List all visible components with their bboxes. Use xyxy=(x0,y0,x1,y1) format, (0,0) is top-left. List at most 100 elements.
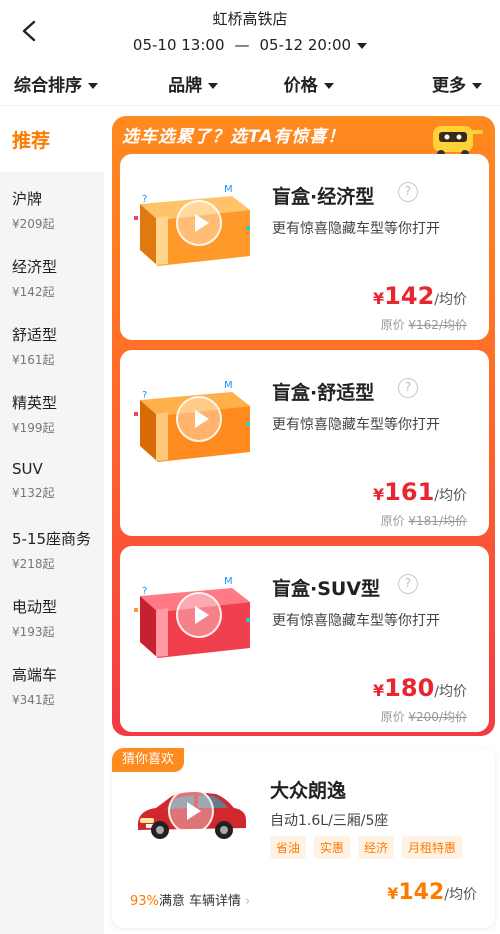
car-tags: 省油 实惠 经济 月租特惠 xyxy=(270,836,463,859)
sidebar-item-price: ¥341起 xyxy=(12,693,55,707)
category-sidebar: 推荐 沪牌 ¥209起 经济型 ¥142起 舒适型 ¥161起 精英型 ¥199… xyxy=(0,106,104,934)
card-price: ¥180/均价 xyxy=(373,674,467,702)
return-time: 05-12 20:00 xyxy=(259,36,352,54)
original-price: 原价 ¥162/均价 xyxy=(381,316,467,333)
filter-bar: 综合排序 品牌 价格 更多 xyxy=(0,62,500,106)
svg-text:M: M xyxy=(224,576,233,587)
sidebar-item-recommend[interactable]: 推荐 xyxy=(0,106,104,172)
blind-box-panel: 选车选累了？选TA有惊喜！ ? M 盲盒·经济型 ? 更有惊喜隐藏车型等你打开 … xyxy=(112,116,495,736)
chevron-down-icon xyxy=(323,83,334,89)
sidebar-item-electric[interactable]: 电动型 ¥193起 xyxy=(12,596,102,640)
original-price: 原价 ¥200/均价 xyxy=(381,708,467,725)
blind-box-banner: 选车选累了？选TA有惊喜！ xyxy=(122,127,346,147)
help-icon[interactable]: ? xyxy=(398,182,418,202)
price-unit: /均价 xyxy=(434,684,467,700)
sidebar-item-label: 舒适型 xyxy=(12,326,58,344)
card-title: 盲盒·舒适型 xyxy=(272,382,375,404)
original-price-value: ¥181/均价 xyxy=(408,514,467,528)
chevron-down-icon xyxy=(208,83,219,89)
sidebar-item-elite[interactable]: 精英型 ¥199起 xyxy=(12,392,102,436)
blind-box-card-economy[interactable]: ? M 盲盒·经济型 ? 更有惊喜隐藏车型等你打开 ¥142/均价 原价 ¥16… xyxy=(120,154,489,340)
guess-you-like-tag: 猜你喜欢 xyxy=(112,748,185,772)
card-title: 盲盒·经济型 xyxy=(272,186,375,208)
play-video-icon[interactable] xyxy=(168,788,214,834)
sidebar-item-label: 精英型 xyxy=(12,394,58,412)
blind-box-card-suv[interactable]: ? M 盲盒·SUV型 ? 更有惊喜隐藏车型等你打开 ¥180/均价 原价 ¥2… xyxy=(120,546,489,732)
price-value: 142 xyxy=(398,880,445,905)
sidebar-item-economy[interactable]: 经济型 ¥142起 xyxy=(12,256,102,300)
car-rental-page: 虹桥高铁店 05-10 13:00 — 05-12 20:00 综合排序 品牌 价格… xyxy=(0,0,500,934)
filter-sort-label: 综合排序 xyxy=(14,76,82,96)
sidebar-item-price: ¥193起 xyxy=(12,625,55,639)
svg-text:?: ? xyxy=(142,194,147,205)
filter-price-label: 价格 xyxy=(283,76,318,96)
card-price: ¥142/均价 xyxy=(373,282,467,310)
filter-more[interactable]: 更多 xyxy=(366,71,500,96)
satisfaction-percent: 93% xyxy=(130,894,159,909)
car-spec: 自动1.6L/三厢/5座 xyxy=(270,813,389,829)
header: 虹桥高铁店 05-10 13:00 — 05-12 20:00 xyxy=(0,0,500,62)
car-tag: 月租特惠 xyxy=(402,836,463,859)
sidebar-item-price: ¥142起 xyxy=(12,285,55,299)
filter-sort[interactable]: 综合排序 xyxy=(0,71,135,96)
car-details-link[interactable]: 93%满意 车辆详情 › xyxy=(130,890,250,909)
price-currency: ¥ xyxy=(373,289,385,308)
card-description: 更有惊喜隐藏车型等你打开 xyxy=(272,613,440,629)
chevron-down-icon xyxy=(472,83,483,89)
play-video-icon[interactable] xyxy=(176,200,222,246)
dates-dropdown-icon xyxy=(357,42,368,49)
original-price: 原价 ¥181/均价 xyxy=(381,512,467,529)
original-price-label: 原价 xyxy=(380,710,405,724)
price-value: 180 xyxy=(384,674,435,702)
price-currency: ¥ xyxy=(373,681,385,700)
sidebar-item-business[interactable]: 5-15座商务 ¥218起 xyxy=(12,528,102,572)
car-tag: 实惠 xyxy=(314,836,351,859)
original-price-value: ¥200/均价 xyxy=(408,710,467,724)
original-price-label: 原价 xyxy=(380,318,405,332)
sidebar-item-label: 推荐 xyxy=(12,130,51,152)
pickup-time: 05-10 13:00 xyxy=(132,36,225,54)
car-name: 大众朗逸 xyxy=(270,780,347,802)
sidebar-item-suv[interactable]: SUV ¥132起 xyxy=(12,460,102,501)
price-currency: ¥ xyxy=(387,884,399,903)
recommended-car-card[interactable]: 猜你喜欢 大众朗逸 自动1.6L/三厢/5座 省油 实惠 经济 月租特惠 93%… xyxy=(112,748,495,928)
sidebar-item-label: 高端车 xyxy=(12,666,58,684)
sidebar-item-label: 电动型 xyxy=(12,598,58,616)
original-price-value: ¥162/均价 xyxy=(408,318,467,332)
price-currency: ¥ xyxy=(373,485,385,504)
play-video-icon[interactable] xyxy=(176,396,222,442)
car-tag: 省油 xyxy=(270,836,307,859)
price-value: 142 xyxy=(384,282,435,310)
chevron-right-icon: › xyxy=(245,894,251,909)
sidebar-item-label: SUV xyxy=(12,460,43,478)
date-separator: — xyxy=(234,36,250,54)
price-value: 161 xyxy=(384,478,435,506)
filter-price[interactable]: 价格 xyxy=(251,71,367,96)
sidebar-item-shanghai-plate[interactable]: 沪牌 ¥209起 xyxy=(12,188,102,232)
sidebar-item-price: ¥199起 xyxy=(12,421,55,435)
sidebar-item-price: ¥218起 xyxy=(12,557,55,571)
filter-brand-label: 品牌 xyxy=(168,76,203,96)
play-video-icon[interactable] xyxy=(176,592,222,638)
sidebar-item-luxury[interactable]: 高端车 ¥341起 xyxy=(12,664,102,708)
sidebar-item-price: ¥132起 xyxy=(12,486,55,500)
card-price: ¥161/均价 xyxy=(373,478,467,506)
rental-dates[interactable]: 05-10 13:00 — 05-12 20:00 xyxy=(0,36,500,54)
filter-brand[interactable]: 品牌 xyxy=(135,71,251,96)
help-icon[interactable]: ? xyxy=(398,574,418,594)
help-icon[interactable]: ? xyxy=(398,378,418,398)
card-description: 更有惊喜隐藏车型等你打开 xyxy=(272,221,440,237)
original-price-label: 原价 xyxy=(380,514,405,528)
store-name[interactable]: 虹桥高铁店 xyxy=(0,8,500,29)
car-price: ¥142/均价 xyxy=(387,880,477,905)
svg-text:M: M xyxy=(224,380,233,391)
card-title: 盲盒·SUV型 xyxy=(272,578,381,600)
sidebar-item-label: 经济型 xyxy=(12,258,58,276)
blind-box-card-comfort[interactable]: ? M 盲盒·舒适型 ? 更有惊喜隐藏车型等你打开 ¥161/均价 原价 ¥18… xyxy=(120,350,489,536)
card-description: 更有惊喜隐藏车型等你打开 xyxy=(272,417,440,433)
sidebar-item-comfort[interactable]: 舒适型 ¥161起 xyxy=(12,324,102,368)
sidebar-item-label: 沪牌 xyxy=(12,190,43,208)
chevron-down-icon xyxy=(88,83,98,89)
sidebar-item-price: ¥209起 xyxy=(12,217,55,231)
price-unit: /均价 xyxy=(434,488,467,504)
